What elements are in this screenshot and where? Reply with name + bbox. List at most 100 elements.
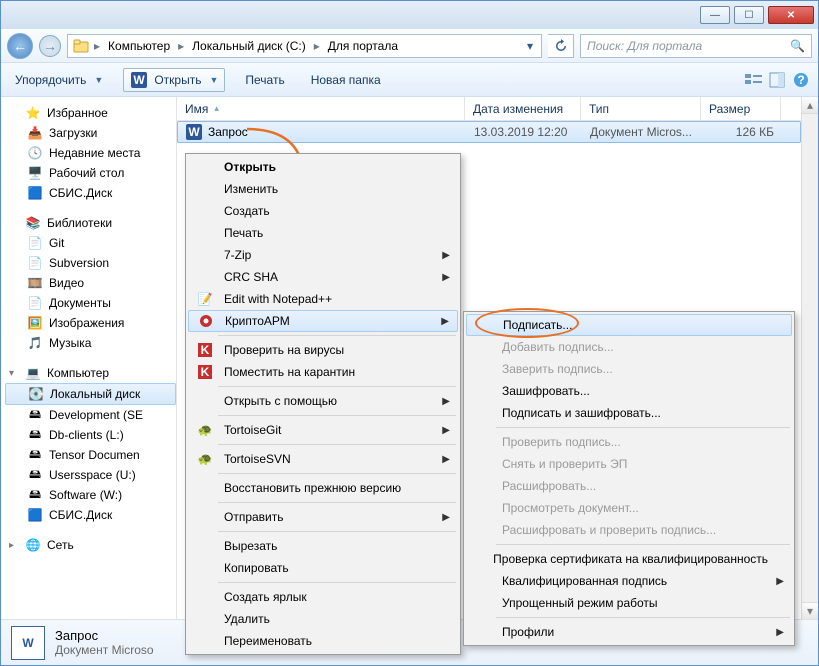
sidebar-item-db[interactable]: 🖴Db-clients (L:) [5,425,176,445]
ctx-cut[interactable]: Вырезать [188,535,458,557]
sidebar-network-head[interactable]: ▸🌐Сеть [5,535,176,555]
ctx-edit[interactable]: Изменить [188,178,458,200]
ctx-crc[interactable]: CRC SHA▶ [188,266,458,288]
tortoise-icon: 🐢 [194,452,216,466]
preview-pane-button[interactable] [768,71,786,89]
open-button[interactable]: W Открыть▼ [123,68,225,92]
scroll-up-button[interactable]: ▴ [802,97,818,114]
sub-signenc[interactable]: Подписать и зашифровать... [466,402,792,424]
print-button[interactable]: Печать [239,71,290,89]
sub-encrypt[interactable]: Зашифровать... [466,380,792,402]
submenu-arrow-icon: ▶ [442,512,450,523]
close-button[interactable]: ✕ [768,6,814,24]
sidebar-item-svn[interactable]: 📄Subversion [5,253,176,273]
ctx-tgit[interactable]: 🐢TortoiseGit▶ [188,419,458,441]
scroll-track[interactable] [802,114,818,602]
chevron-right-icon: ▸ [312,39,322,53]
col-type[interactable]: Тип [581,97,701,120]
sidebar-item-music[interactable]: 🎵Музыка [5,333,176,353]
ctx-delete[interactable]: Удалить [188,608,458,630]
sidebar-computer-label: Компьютер [47,366,109,380]
sidebar-item-soft[interactable]: 🖴Software (W:) [5,485,176,505]
ctx-open[interactable]: Открыть [188,156,458,178]
sub-addsig: Добавить подпись... [466,336,792,358]
ctx-copy[interactable]: Копировать [188,557,458,579]
sidebar-item-pics[interactable]: 🖼️Изображения [5,313,176,333]
computer-icon: 💻 [25,365,41,381]
ctx-sendto[interactable]: Отправить▶ [188,506,458,528]
sub-certq[interactable]: Проверка сертификата на квалифицированно… [466,548,792,570]
breadcrumb-folder[interactable]: Для портала [322,35,404,57]
sub-simple[interactable]: Упрощенный режим работы [466,592,792,614]
ctx-create[interactable]: Создать [188,200,458,222]
sidebar-favorites-head[interactable]: ⭐Избранное [5,103,176,123]
video-icon: 🎞️ [27,275,43,291]
collapse-icon: ▾ [9,368,19,379]
sidebar-item-docs[interactable]: 📄Документы [5,293,176,313]
netdrive-icon: 🖴 [27,427,43,443]
view-mode-button[interactable] [744,71,762,89]
help-button[interactable]: ? [792,71,810,89]
file-name: Запрос [208,125,248,139]
newfolder-button[interactable]: Новая папка [305,71,387,89]
minimize-button[interactable]: — [700,6,730,24]
sidebar-item-users[interactable]: 🖴Usersspace (U:) [5,465,176,485]
breadcrumb-computer[interactable]: Компьютер [102,35,176,57]
ctx-npp[interactable]: 📝Edit with Notepad++ [188,288,458,310]
scrollbar-vertical[interactable]: ▴ ▾ [801,97,818,619]
nav-row: ← → ▸ Компьютер ▸ Локальный диск (C:) ▸ … [1,29,818,63]
sidebar-item-sbisdisk[interactable]: 🟦СБИС.Диск [5,183,176,203]
sidebar-item-driveC[interactable]: 💽Локальный диск [5,383,176,405]
ctx-tsvn[interactable]: 🐢TortoiseSVN▶ [188,448,458,470]
file-row[interactable]: W Запрос 13.03.2019 12:20 Документ Micro… [177,121,801,143]
nav-back-button[interactable]: ← [7,33,33,59]
file-list[interactable]: W Запрос 13.03.2019 12:20 Документ Micro… [177,121,801,619]
sub-profiles[interactable]: Профили▶ [466,621,792,643]
sidebar-libraries-head[interactable]: 📚Библиотеки [5,213,176,233]
sidebar[interactable]: ⭐Избранное 📥Загрузки 🕓Недавние места 🖥️Р… [1,97,177,619]
submenu-arrow-icon: ▶ [441,316,449,327]
notepadpp-icon: 📝 [194,292,216,306]
ctx-restore[interactable]: Восстановить прежнюю версию [188,477,458,499]
sidebar-item-tensor[interactable]: 🖴Tensor Documen [5,445,176,465]
col-size[interactable]: Размер [701,97,781,120]
tortoise-icon: 🐢 [194,423,216,437]
breadcrumb-dropdown[interactable]: ▾ [521,39,539,53]
sidebar-item-sbis2[interactable]: 🟦СБИС.Диск [5,505,176,525]
ctx-shortcut[interactable]: Создать ярлык [188,586,458,608]
refresh-button[interactable] [548,34,574,58]
sidebar-item-downloads[interactable]: 📥Загрузки [5,123,176,143]
sidebar-item-git[interactable]: 📄Git [5,233,176,253]
nav-forward-button[interactable]: → [39,35,61,57]
cloud-icon: 🟦 [27,507,43,523]
chevron-right-icon: ▸ [176,39,186,53]
scroll-down-button[interactable]: ▾ [802,602,818,619]
sidebar-item-desktop[interactable]: 🖥️Рабочий стол [5,163,176,183]
ctx-rename[interactable]: Переименовать [188,630,458,652]
kaspersky-icon: K [194,365,216,379]
sub-qsig[interactable]: Квалифицированная подпись▶ [466,570,792,592]
organize-button[interactable]: Упорядочить▼ [9,71,109,89]
ctx-cryptoarm[interactable]: КриптоАРМ▶ [188,310,458,332]
sidebar-item-video[interactable]: 🎞️Видео [5,273,176,293]
col-name[interactable]: Имя▴ [177,97,465,120]
ctx-7zip[interactable]: 7-Zip▶ [188,244,458,266]
ctx-openwith[interactable]: Открыть с помощью▶ [188,390,458,412]
search-icon: 🔍 [790,39,805,53]
breadcrumb[interactable]: ▸ Компьютер ▸ Локальный диск (C:) ▸ Для … [67,34,542,58]
sidebar-item-dev[interactable]: 🖴Development (SE [5,405,176,425]
music-icon: 🎵 [27,335,43,351]
search-input[interactable]: Поиск: Для портала 🔍 [580,34,812,58]
col-date[interactable]: Дата изменения [465,97,581,120]
context-menu: Открыть Изменить Создать Печать 7-Zip▶ C… [185,153,461,655]
cloud-icon: 🟦 [27,185,43,201]
breadcrumb-drive[interactable]: Локальный диск (C:) [186,35,312,57]
sub-sign[interactable]: Подписать... [466,314,792,336]
ctx-avquar[interactable]: KПоместить на карантин [188,361,458,383]
ctx-avcheck[interactable]: KПроверить на вирусы [188,339,458,361]
chevron-down-icon: ▼ [209,75,218,85]
sidebar-computer-head[interactable]: ▾ 💻 Компьютер [5,363,176,383]
maximize-button[interactable]: ☐ [734,6,764,24]
ctx-print[interactable]: Печать [188,222,458,244]
sidebar-item-recent[interactable]: 🕓Недавние места [5,143,176,163]
